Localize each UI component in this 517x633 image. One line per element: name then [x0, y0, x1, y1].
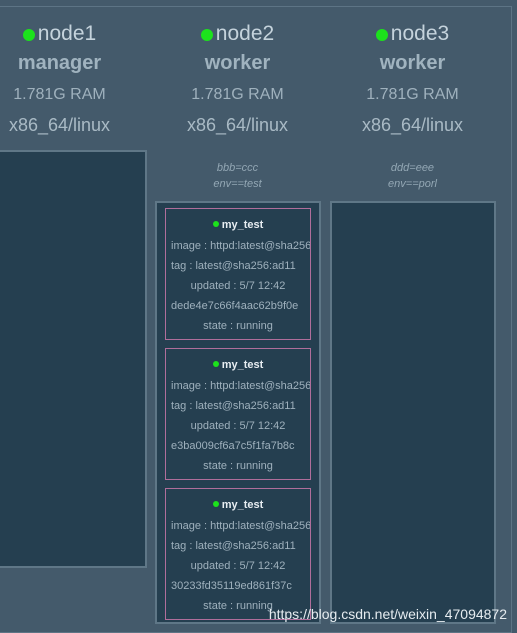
node-label: env==test: [213, 178, 262, 190]
node-ram: 1.781G RAM: [366, 86, 459, 103]
node-label: bbb=ccc: [216, 162, 259, 174]
node-header-node1: node1 manager 1.781G RAM x86_64/linux: [0, 20, 147, 140]
node-arch: x86_64/linux: [186, 115, 289, 135]
task-state: state : running: [203, 320, 273, 332]
node-header-node2: node2 worker 1.781G RAM x86_64/linux: [150, 20, 325, 140]
node-role: worker: [204, 52, 271, 74]
task-image: image : httpd:latest@sha256:: [171, 240, 311, 252]
status-dot-icon: [212, 221, 219, 227]
node-labels-node3: ddd=eee env==porl: [325, 160, 500, 192]
task-id: dede4e7c66f4aac62b9f0e: [171, 300, 299, 312]
task-state: state : running: [203, 460, 273, 472]
task-updated: updated : 5/7 12:42: [190, 420, 286, 432]
node-title: node3: [325, 20, 500, 48]
node-arch: x86_64/linux: [361, 115, 464, 135]
task-card[interactable]: my_test image : httpd:latest@sha256: tag…: [165, 208, 311, 340]
node-column-node2: my_test image : httpd:latest@sha256: tag…: [155, 201, 321, 624]
node-arch: x86_64/linux: [8, 115, 111, 135]
status-dot-icon: [200, 29, 213, 41]
task-id: e3ba009cf6a7c5f1fa7b8c: [171, 440, 295, 452]
status-dot-icon: [375, 29, 388, 41]
node-labels-node2: bbb=ccc env==test: [150, 160, 325, 192]
node-role: worker: [379, 52, 446, 74]
watermark-text: https://blog.csdn.net/weixin_47094872: [268, 606, 507, 622]
node-title: node2: [150, 20, 325, 48]
node-title: node1: [0, 20, 147, 48]
task-updated: updated : 5/7 12:42: [190, 280, 286, 292]
task-tag: tag : latest@sha256:ad11: [171, 260, 296, 272]
node-role: manager: [17, 52, 102, 74]
status-dot-icon: [22, 29, 35, 41]
node-label: env==porl: [388, 178, 437, 190]
task-image: image : httpd:latest@sha256:: [171, 520, 311, 532]
task-image: image : httpd:latest@sha256:: [171, 380, 311, 392]
task-updated: updated : 5/7 12:42: [190, 560, 286, 572]
task-name: my_test: [166, 358, 310, 372]
node-ram: 1.781G RAM: [13, 86, 106, 103]
task-card[interactable]: my_test image : httpd:latest@sha256: tag…: [165, 348, 311, 480]
node-column-node3: [330, 201, 496, 624]
node-label: ddd=eee: [390, 162, 435, 174]
node-ram: 1.781G RAM: [191, 86, 284, 103]
task-tag: tag : latest@sha256:ad11: [171, 400, 296, 412]
task-tag: tag : latest@sha256:ad11: [171, 540, 296, 552]
task-name: my_test: [166, 498, 310, 512]
node-header-node3: node3 worker 1.781G RAM x86_64/linux: [325, 20, 500, 140]
node-column-node1: [0, 150, 147, 568]
task-name: my_test: [166, 218, 310, 232]
task-card[interactable]: my_test image : httpd:latest@sha256: tag…: [165, 488, 311, 620]
status-dot-icon: [212, 501, 219, 507]
status-dot-icon: [212, 361, 219, 367]
task-id: 30233fd35119ed861f37c: [171, 580, 292, 592]
